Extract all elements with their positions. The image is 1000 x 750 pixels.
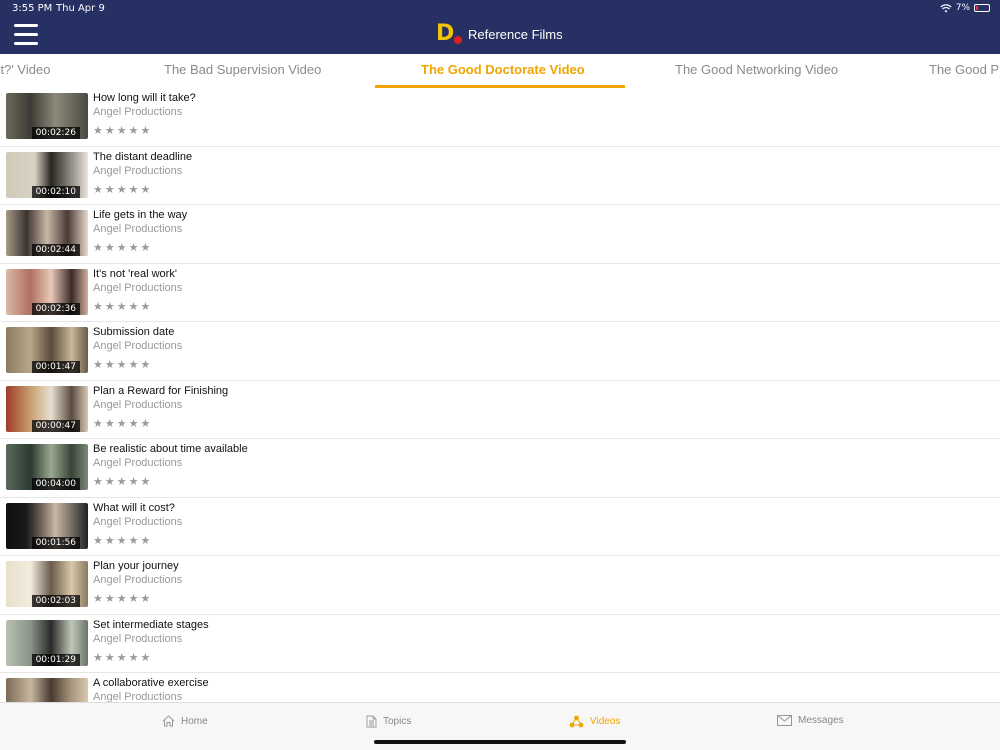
video-title: It's not 'real work' (93, 267, 177, 280)
video-thumbnail: 00:04:00 (6, 444, 88, 490)
app-brand: D Reference Films (436, 22, 563, 46)
video-list-item[interactable]: 00:02:36 It's not 'real work' Angel Prod… (0, 264, 1000, 322)
video-thumbnail: 00:01:47 (6, 327, 88, 373)
home-icon (162, 715, 175, 727)
video-duration: 00:02:10 (31, 185, 80, 198)
nav-topics-label: Topics (383, 716, 412, 727)
video-producer: Angel Productions (93, 340, 183, 352)
video-list-item[interactable]: 00:02:44 Life gets in the way Angel Prod… (0, 205, 1000, 264)
tab-good-doctorate-video[interactable]: The Good Doctorate Video (421, 62, 585, 77)
video-title: Plan your journey (93, 560, 179, 572)
rating-stars[interactable]: ★★★★★ (93, 417, 152, 430)
video-thumbnail: 00:02:10 (6, 151, 88, 198)
video-producer: Angel Productions (93, 223, 183, 235)
video-thumbnail: 00:01:29 (6, 619, 88, 666)
status-time: 3:55 PM (12, 3, 53, 14)
video-duration: 00:01:29 (31, 653, 80, 666)
home-indicator (374, 740, 626, 744)
app-logo: D (436, 22, 462, 46)
tab-bad-supervision-video[interactable]: The Bad Supervision Video (164, 62, 321, 77)
rating-stars[interactable]: ★★★★★ (93, 124, 152, 137)
video-title: How long will it take? (93, 92, 196, 104)
nav-topics[interactable]: Topics (366, 715, 411, 728)
video-thumbnail (6, 678, 88, 702)
rating-stars[interactable]: ★★★★★ (93, 651, 152, 664)
nav-home[interactable]: Home (162, 715, 208, 727)
app-title: Reference Films (468, 26, 563, 42)
video-duration: 00:01:56 (31, 536, 80, 549)
video-thumbnail: 00:01:56 (6, 502, 88, 549)
nav-messages-label: Messages (798, 715, 844, 726)
nav-messages[interactable]: Messages (777, 715, 844, 726)
video-producer: Angel Productions (93, 164, 183, 177)
video-category-tabs: xt?' Video The Bad Supervision Video The… (0, 54, 1000, 88)
video-title: Be realistic about time available (93, 443, 248, 455)
video-list-item[interactable]: 00:00:47 Plan a Reward for Finishing Ang… (0, 381, 1000, 439)
rating-stars[interactable]: ★★★★★ (93, 358, 152, 371)
battery-icon (974, 4, 990, 12)
video-duration: 00:02:36 (31, 302, 80, 315)
video-list-item[interactable]: A collaborative exercise Angel Productio… (0, 673, 1000, 702)
video-list-item[interactable]: 00:01:56 What will it cost? Angel Produc… (0, 498, 1000, 556)
video-list-item[interactable]: 00:01:47 Submission date Angel Productio… (0, 322, 1000, 381)
video-producer: Angel Productions (93, 632, 183, 645)
nav-videos[interactable]: Videos (569, 715, 620, 728)
rating-stars[interactable]: ★★★★★ (93, 534, 152, 547)
app-header: 3:55 PM Thu Apr 9 7% D Reference Films (0, 0, 1000, 54)
video-thumbnail: 00:02:44 (6, 210, 88, 256)
videos-icon (569, 715, 584, 728)
nav-home-label: Home (181, 715, 208, 727)
video-title: The distant deadline (93, 150, 193, 163)
tab-previous-video[interactable]: xt?' Video (0, 62, 50, 77)
video-duration: 00:04:00 (31, 478, 80, 490)
video-duration: 00:00:47 (31, 419, 80, 432)
hamburger-menu-icon[interactable] (14, 24, 38, 46)
video-title: Set intermediate stages (93, 618, 209, 631)
status-indicators: 7% (940, 3, 990, 13)
tab-good-networking-video[interactable]: The Good Networking Video (675, 62, 838, 77)
rating-stars[interactable]: ★★★★★ (93, 241, 152, 254)
nav-videos-label: Videos (590, 716, 621, 727)
video-title: A collaborative exercise (93, 677, 209, 689)
tab-good-pr[interactable]: The Good Pr (929, 62, 1000, 77)
video-thumbnail: 00:02:26 (6, 93, 88, 139)
video-duration: 00:02:03 (31, 595, 80, 607)
document-icon (366, 715, 377, 728)
video-list-item[interactable]: 00:02:10 The distant deadline Angel Prod… (0, 147, 1000, 205)
video-producer: Angel Productions (93, 574, 183, 586)
video-thumbnail: 00:02:36 (6, 268, 88, 315)
video-thumbnail: 00:02:03 (6, 561, 88, 607)
video-producer: Angel Productions (93, 691, 183, 702)
status-date: Thu Apr 9 (56, 3, 105, 14)
video-title: What will it cost? (93, 501, 175, 514)
wifi-icon (940, 3, 952, 12)
rating-stars[interactable]: ★★★★★ (93, 592, 152, 605)
rating-stars[interactable]: ★★★★★ (93, 475, 152, 488)
video-thumbnail: 00:00:47 (6, 385, 88, 432)
envelope-icon (777, 715, 792, 726)
video-title: Life gets in the way (93, 209, 188, 221)
video-duration: 00:01:47 (31, 361, 80, 373)
video-title: Plan a Reward for Finishing (93, 384, 229, 397)
rating-stars[interactable]: ★★★★★ (93, 300, 152, 313)
video-duration: 00:02:26 (31, 127, 80, 139)
video-duration: 00:02:44 (31, 244, 80, 256)
battery-percent: 7% (955, 3, 970, 13)
video-list-item[interactable]: 00:02:26 How long will it take? Angel Pr… (0, 88, 1000, 147)
video-producer: Angel Productions (93, 281, 183, 294)
video-title: Submission date (93, 326, 175, 338)
video-list-item[interactable]: 00:04:00 Be realistic about time availab… (0, 439, 1000, 498)
rating-stars[interactable]: ★★★★★ (93, 183, 152, 196)
video-producer: Angel Productions (93, 515, 183, 528)
video-producer: Angel Productions (93, 106, 183, 118)
video-list-item[interactable]: 00:02:03 Plan your journey Angel Product… (0, 556, 1000, 615)
video-list: 00:02:26 How long will it take? Angel Pr… (0, 88, 1000, 702)
video-list-item[interactable]: 00:01:29 Set intermediate stages Angel P… (0, 615, 1000, 673)
video-producer: Angel Productions (93, 457, 183, 469)
video-producer: Angel Productions (93, 398, 183, 411)
